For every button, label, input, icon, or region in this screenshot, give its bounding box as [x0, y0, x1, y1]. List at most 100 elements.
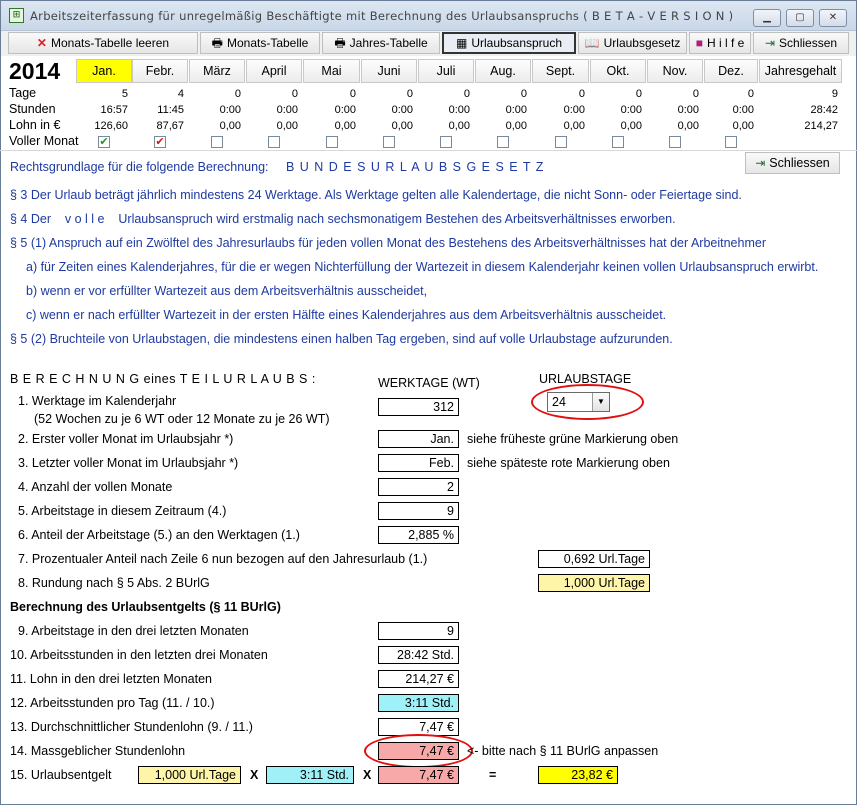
printer-icon: 🖶 [334, 36, 346, 50]
stunden-cell-dec: 0:00 [732, 104, 754, 116]
vacation-law-label: Urlaubsgesetz [603, 36, 681, 50]
line-10-value: 28:42 Std. [378, 646, 459, 664]
full-month-checkbox-may[interactable] [325, 136, 338, 148]
formula-hours-per-day: 3:11 Std. [266, 766, 354, 784]
line-2-note: siehe früheste grüne Markierung oben [467, 432, 679, 446]
tage-cell-jul: 0 [463, 88, 470, 100]
tage-cell-dec: 0 [747, 88, 754, 100]
equals-sign: = [489, 768, 497, 782]
exit-door-icon: ⇥ [764, 36, 776, 50]
full-month-checkbox-oct[interactable] [612, 136, 624, 148]
vacation-days-select[interactable]: 24 ▼ [547, 392, 610, 412]
close-app-label: Schliessen [779, 36, 838, 50]
close-legal-button[interactable]: ⇥ Schliessen [745, 152, 840, 174]
tage-cell-jun: 0 [406, 88, 413, 100]
line-6-value: 2,885 % [378, 526, 459, 544]
help-book-icon: ■ [695, 36, 703, 50]
line-5-value: 9 [378, 502, 459, 520]
line-11-value: 214,27 € [378, 670, 459, 688]
month-table-button[interactable]: 🖶 Monats-Tabelle [200, 32, 320, 54]
row-label-full-month: Voller Monat [9, 134, 79, 148]
lohn-cell-jan: 126,60 [94, 120, 128, 132]
lohn-cell-may: 0,00 [334, 120, 356, 132]
month-header-mar[interactable]: März [189, 59, 245, 83]
year-label: 2014 [9, 58, 61, 84]
month-header-jun[interactable]: Juni [361, 59, 417, 83]
full-month-checkbox-nov[interactable] [669, 136, 681, 148]
column-header-working-days: WERKTAGE (WT) [378, 376, 480, 390]
line-2-label: 2. Erster voller Monat im Urlaubsjahr *) [18, 432, 234, 446]
highlight-oval [364, 734, 473, 768]
line-5-label: 5. Arbeitstage in diesem Zeitraum (4.) [18, 504, 227, 518]
close-app-button[interactable]: ⇥ Schliessen [753, 32, 849, 54]
clear-month-table-label: Monats-Tabelle leeren [50, 36, 170, 50]
line-7-value: 0,692 Url.Tage [538, 550, 650, 568]
line-15-label: 15. Urlaubsentgelt [10, 768, 112, 782]
window-title: Arbeitszeiterfassung für unregelmäßig Be… [30, 9, 734, 23]
month-header-sep[interactable]: Sept. [532, 59, 589, 83]
lohn-cell-feb: 87,67 [156, 120, 184, 132]
legal-paragraph-5-1a: a) für Zeiten eines Kalenderjahres, für … [26, 260, 819, 274]
month-header-apr[interactable]: April [246, 59, 302, 83]
line-4-value: 2 [378, 478, 459, 496]
full-month-checkbox-aug[interactable] [497, 136, 509, 148]
full-month-checkbox-sep[interactable] [554, 136, 567, 148]
stunden-cell-sep: 0:00 [563, 104, 585, 116]
maximize-button[interactable]: ▢ [786, 9, 814, 27]
line-9-value: 9 [378, 622, 459, 640]
month-header-jan[interactable]: Jan. [76, 59, 132, 83]
full-month-checkbox-jul[interactable] [440, 136, 452, 148]
clear-month-table-button[interactable]: ✕ Monats-Tabelle leeren [8, 32, 198, 54]
line-10-label: 10. Arbeitsstunden in den letzten drei M… [10, 648, 268, 662]
full-month-checkbox-feb[interactable]: ✔ [154, 136, 166, 148]
month-header-dec[interactable]: Dez. [704, 59, 758, 83]
line-2-value: Jan. [378, 430, 459, 448]
line-6-label: 6. Anteil der Arbeitstage (5.) an den We… [18, 528, 300, 542]
vacation-entitlement-button[interactable]: ▦ Urlaubsanspruch [442, 32, 576, 54]
legal-paragraph-5-1b: b) wenn er vor erfüllter Wartezeit aus d… [26, 284, 428, 298]
row-label-days: Tage [9, 86, 37, 100]
tage-cell-may: 0 [349, 88, 356, 100]
month-header-feb[interactable]: Febr. [132, 59, 188, 83]
printer-icon: 🖶 [211, 36, 223, 50]
stunden-cell-nov: 0:00 [677, 104, 699, 116]
month-table-label: Monats-Tabelle [226, 36, 309, 50]
line-1-label: 1. Werktage im Kalenderjahr [18, 394, 177, 408]
full-month-checkbox-apr[interactable] [268, 136, 280, 148]
close-legal-label: Schliessen [769, 156, 830, 170]
tage-cell-aug: 0 [520, 88, 527, 100]
month-header-oct[interactable]: Okt. [590, 59, 646, 83]
dropdown-arrow-icon[interactable]: ▼ [592, 393, 609, 411]
tage-cell-jan: 5 [121, 88, 128, 100]
calendar-icon: ▦ [455, 36, 468, 50]
full-month-checkbox-dec[interactable] [725, 136, 737, 148]
lohn-cell-dec: 0,00 [732, 120, 754, 132]
line-1-value[interactable]: 312 [378, 398, 459, 416]
full-month-checkbox-jan[interactable]: ✔ [98, 136, 110, 148]
month-header-jul[interactable]: Juli [418, 59, 474, 83]
line-12-label: 12. Arbeitsstunden pro Tag (11. / 10.) [10, 696, 215, 710]
vacation-law-button[interactable]: 📖 Urlaubsgesetz [578, 32, 687, 54]
line-4-label: 4. Anzahl der vollen Monate [18, 480, 173, 494]
line-3-note: siehe späteste rote Markierung oben [467, 456, 670, 470]
lohn-cell-jun: 0,00 [391, 120, 413, 132]
month-header-aug[interactable]: Aug. [475, 59, 531, 83]
lohn-cell-aug: 0,00 [505, 120, 527, 132]
month-header-nov[interactable]: Nov. [647, 59, 703, 83]
tage-cell-sep: 0 [578, 88, 585, 100]
line-7-label: 7. Prozentualer Anteil nach Zeile 6 nun … [18, 552, 428, 566]
vacation-pay-result: 23,82 € [538, 766, 618, 784]
month-header-may[interactable]: Mai [303, 59, 360, 83]
full-month-checkbox-mar[interactable] [211, 136, 223, 148]
lohn-cell-mar: 0,00 [219, 120, 241, 132]
app-icon: ⊞ [9, 8, 24, 23]
legal-paragraph-5-2: § 5 (2) Bruchteile von Urlaubstagen, die… [10, 332, 673, 346]
close-window-button[interactable]: ✕ [819, 9, 847, 27]
lohn-cell-jul: 0,00 [448, 120, 470, 132]
remuneration-heading: Berechnung des Urlaubsentgelts (§ 11 BUr… [10, 600, 281, 614]
help-button[interactable]: ■ H i l f e [689, 32, 751, 54]
full-month-checkbox-jun[interactable] [383, 136, 395, 148]
formula-hourly-wage: 7,47 € [378, 766, 459, 784]
year-table-button[interactable]: 🖶 Jahres-Tabelle [322, 32, 440, 54]
minimize-button[interactable]: ▁ [753, 9, 781, 27]
